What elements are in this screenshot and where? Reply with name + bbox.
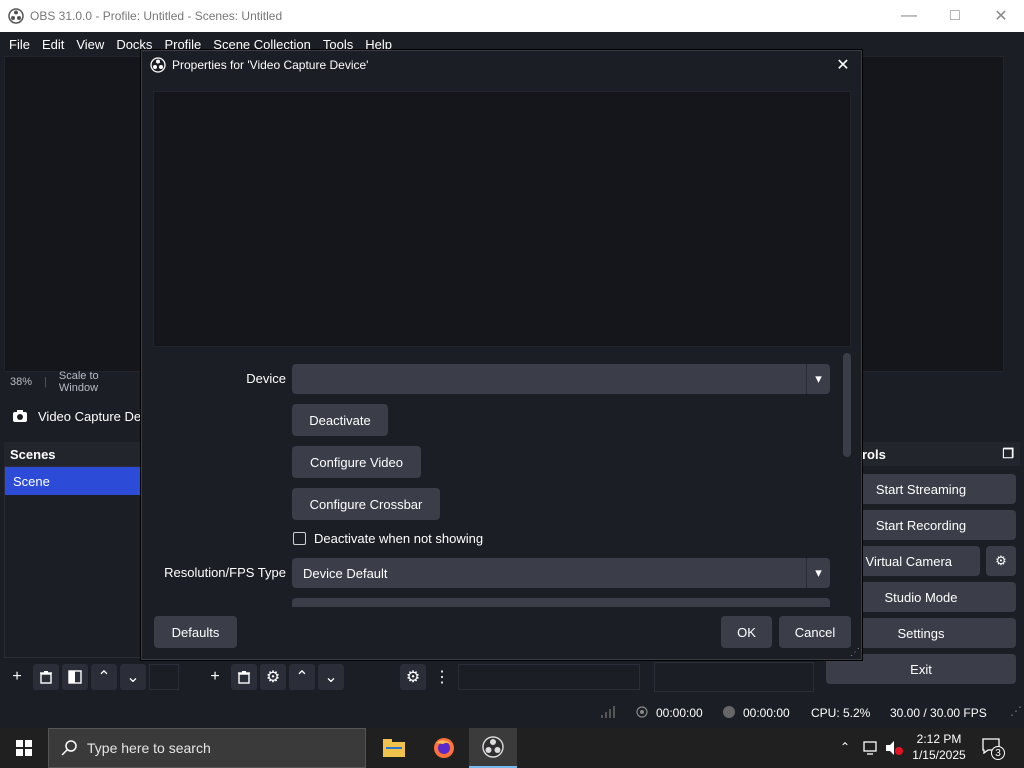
firefox-icon[interactable] (420, 728, 468, 768)
configure-video-button[interactable]: Configure Video (292, 446, 421, 478)
resize-grip-icon[interactable]: ⋰ (1010, 704, 1022, 718)
window-title: OBS 31.0.0 - Profile: Untitled - Scenes:… (30, 9, 283, 23)
resolution-fps-type-label: Resolution/FPS Type (164, 565, 286, 580)
volume-muted-icon[interactable] (885, 740, 903, 756)
remove-source-icon[interactable] (231, 664, 257, 690)
notifications-icon[interactable]: 3 (982, 738, 1008, 760)
obs-logo-icon (150, 57, 166, 73)
title-bar: OBS 31.0.0 - Profile: Untitled - Scenes:… (0, 0, 1024, 32)
add-source-icon[interactable]: + (202, 664, 228, 690)
cpu-usage: CPU: 5.2% (811, 706, 871, 720)
close-icon[interactable]: ✕ (978, 0, 1024, 32)
show-hidden-icons-icon[interactable]: ⌃ (840, 740, 850, 754)
deactivate-when-not-showing-checkbox[interactable] (293, 532, 306, 545)
properties-scrollbar-thumb[interactable] (843, 353, 851, 457)
selected-source-label: Video Capture De (38, 408, 142, 424)
taskbar-clock[interactable]: 2:12 PM 1/15/2025 (906, 731, 972, 763)
configure-crossbar-button[interactable]: Configure Crossbar (292, 488, 440, 520)
add-scene-icon[interactable]: + (4, 664, 30, 690)
audio-more-icon[interactable]: ⋮ (429, 664, 455, 690)
dialog-resize-grip-icon[interactable]: ⋰ (850, 647, 860, 658)
dialog-close-icon[interactable]: ✕ (833, 55, 853, 75)
minimize-icon[interactable]: — (886, 0, 932, 32)
move-source-up-icon[interactable]: ⌃ (289, 664, 315, 690)
windows-start-icon[interactable] (0, 728, 48, 768)
properties-dialog: Properties for 'Video Capture Device' ✕ … (141, 50, 862, 660)
file-explorer-icon[interactable] (370, 728, 418, 768)
clock-date: 1/15/2025 (912, 748, 966, 762)
chevron-down-icon: ▾ (806, 558, 830, 588)
camera-icon (13, 410, 27, 422)
search-icon (61, 740, 77, 756)
streaming-status-icon (636, 706, 648, 718)
sources-toolbar: + ⚙ ⌃ ⌄ (202, 662, 344, 692)
taskbar-search-box[interactable]: Type here to search (48, 728, 366, 768)
device-dropdown[interactable]: ▾ (292, 364, 830, 394)
source-properties-gear-icon[interactable]: ⚙ (260, 664, 286, 690)
scenes-toolbar: + ⌃ ⌄ (4, 662, 179, 692)
obs-logo-icon (8, 8, 24, 24)
scene-filters-icon[interactable] (62, 664, 88, 690)
move-scene-down-icon[interactable]: ⌄ (120, 664, 146, 690)
cancel-button[interactable]: Cancel (779, 616, 851, 648)
scale-mode[interactable]: Scale to Window (53, 370, 144, 394)
resolution-fps-type-dropdown[interactable]: Device Default ▾ (292, 558, 830, 588)
preview-zoom-bar: 38% | Scale to Window (4, 370, 144, 394)
device-label: Device (246, 371, 286, 386)
transitions-toolbar (654, 662, 814, 692)
ok-button[interactable]: OK (721, 616, 772, 648)
dialog-title: Properties for 'Video Capture Device' (172, 58, 369, 72)
recording-timer: 00:00:00 (743, 706, 790, 720)
deactivate-when-not-showing-label: Deactivate when not showing (314, 531, 484, 546)
undock-icon[interactable]: ❐ (1002, 446, 1014, 462)
taskbar: Type here to search ⌃ 2:12 PM 1/15/2025 … (0, 728, 1024, 768)
recording-status-icon (723, 706, 735, 718)
defaults-button[interactable]: Defaults (154, 616, 237, 648)
audio-settings-gear-icon[interactable]: ⚙ (400, 664, 426, 690)
maximize-icon[interactable]: □ (932, 0, 978, 32)
search-placeholder: Type here to search (87, 740, 211, 756)
virtual-camera-settings-gear-icon[interactable]: ⚙ (986, 546, 1016, 576)
audio-toolbar-spacer (458, 664, 640, 690)
network-icon[interactable] (863, 740, 881, 756)
clock-time: 2:12 PM (916, 732, 962, 746)
deactivate-button[interactable]: Deactivate (292, 404, 388, 436)
menu-file[interactable]: File (3, 37, 36, 52)
move-scene-up-icon[interactable]: ⌃ (91, 664, 117, 690)
partially-visible-dropdown[interactable] (292, 598, 830, 607)
menu-view[interactable]: View (70, 37, 110, 52)
zoom-level[interactable]: 38% (4, 376, 38, 388)
resolution-fps-type-value: Device Default (303, 565, 388, 581)
dialog-title-bar: Properties for 'Video Capture Device' ✕ (142, 51, 861, 79)
fps-readout: 30.00 / 30.00 FPS (890, 706, 987, 720)
network-bars-icon (601, 706, 615, 718)
remove-scene-icon[interactable] (33, 664, 59, 690)
obs-taskbar-icon[interactable] (469, 728, 517, 768)
scenes-toolbar-spacer (149, 664, 179, 690)
chevron-down-icon: ▾ (806, 364, 830, 394)
status-bar: 00:00:00 00:00:00 CPU: 5.2% 30.00 / 30.0… (0, 698, 1024, 728)
notification-count-badge: 3 (991, 746, 1005, 760)
source-preview (153, 91, 851, 347)
stream-timer: 00:00:00 (656, 706, 703, 720)
move-source-down-icon[interactable]: ⌄ (318, 664, 344, 690)
menu-edit[interactable]: Edit (36, 37, 70, 52)
audio-mixer-toolbar: ⚙ ⋮ (400, 662, 640, 692)
